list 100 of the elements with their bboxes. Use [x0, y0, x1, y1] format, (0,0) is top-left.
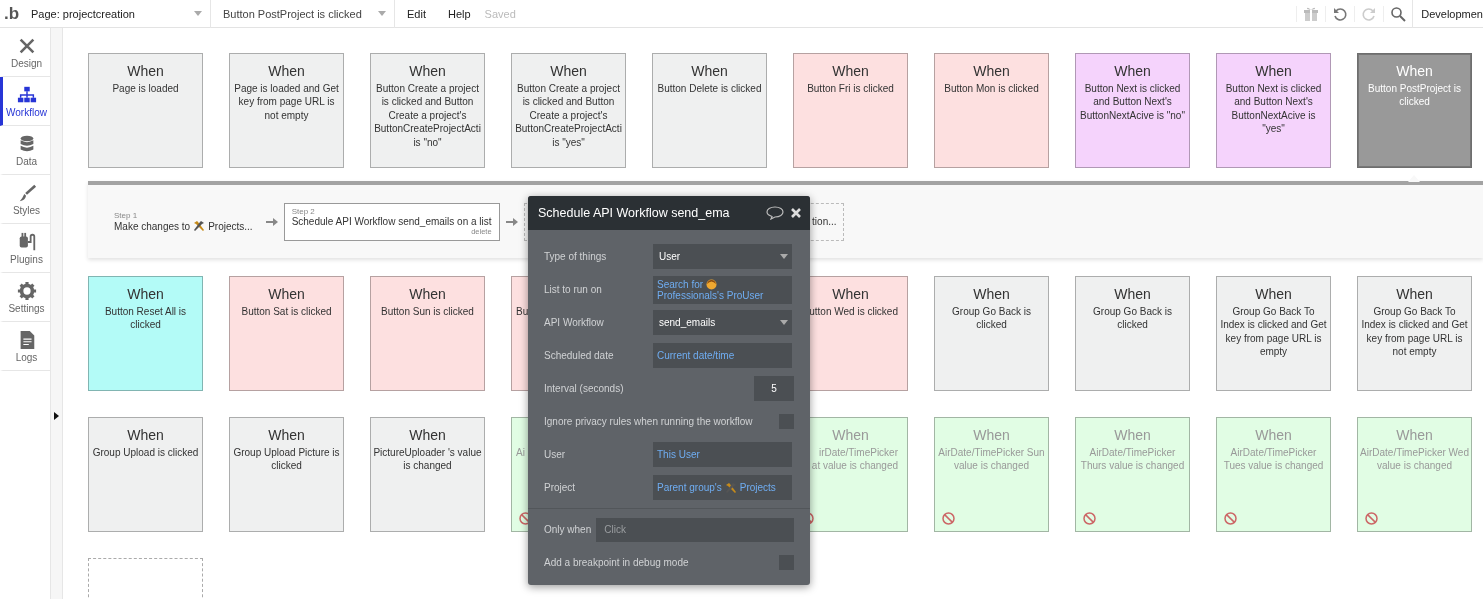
event-card[interactable]: When Button Create a project is clicked and Button Create a project's ButtonCreateProjectActi is "yes" — [511, 53, 626, 168]
step-text: Schedule API Workflow send_emails on a list — [291, 216, 492, 227]
field-label: Ignore privacy rules when running the workflow — [544, 416, 754, 427]
environment-dropdown[interactable]: Developmen — [1412, 0, 1483, 28]
event-description: Group Go Back is clicked — [1092, 305, 1173, 332]
save-status: Saved — [483, 7, 516, 20]
expression-field[interactable]: Current date/time — [653, 343, 792, 368]
field-label: Project — [544, 482, 577, 493]
event-heading: When — [550, 63, 587, 80]
event-description: Button Sun is clicked — [381, 305, 474, 319]
event-heading: When — [268, 286, 305, 303]
event-description: Group Go Back To Index is clicked and Get key from page URL is empty — [1219, 305, 1328, 359]
event-description: Button Create a project is clicked and Button Create a project's ButtonCreateProjectActi is "yes" — [514, 82, 623, 150]
dropdown-value: send_emails — [659, 317, 716, 328]
event-description: Button Create a project is clicked and Button Create a project's ButtonCreateProjectActi is "no" — [373, 82, 482, 150]
step-text: tion... — [812, 216, 837, 227]
event-description: Button Next is clicked and Button Next's ButtonNextAcive is "no" — [1079, 82, 1186, 123]
field-label: Scheduled date — [544, 350, 615, 361]
event-card[interactable]: When Group Go Back is clicked — [1075, 276, 1190, 391]
condition-field[interactable]: Click — [596, 517, 794, 542]
event-heading: When — [127, 63, 164, 80]
event-heading: When — [832, 63, 869, 80]
field-label: API Workflow — [544, 317, 605, 328]
field-label: Interval (seconds) — [544, 383, 625, 394]
field-label: List to run on — [544, 284, 603, 295]
event-heading: When — [973, 63, 1010, 80]
event-heading: When — [268, 63, 305, 80]
event-card[interactable]: When Button Delete is clicked — [652, 53, 767, 168]
step-text: Projects... — [208, 220, 253, 232]
event-card[interactable]: When Group Go Back is clicked — [934, 276, 1049, 391]
event-heading: When — [409, 63, 446, 80]
event-heading: When — [127, 427, 164, 444]
expression-text: Parent group's — [657, 482, 722, 493]
dropdown-value: Button PostProject is clicked — [223, 7, 362, 20]
event-description: AirDate/TimePicker Sun value is changed — [937, 446, 1046, 473]
event-card[interactable]: When Button Next is clicked and Button Next's ButtonNextAcive is "yes" — [1216, 53, 1331, 168]
dropdown[interactable]: User — [653, 244, 792, 269]
expression-text: Professionals's ProUser — [657, 289, 764, 301]
event-card[interactable]: When Group Go Back To Index is clicked and Get key from page URL is empty — [1216, 276, 1331, 391]
event-heading: When — [832, 427, 869, 444]
event-description: Group Go Back is clicked — [951, 305, 1032, 332]
event-description: Button Fri is clicked — [807, 82, 894, 96]
event-description: Ai — [516, 446, 525, 460]
event-description: Button PostProject is clicked — [1367, 82, 1462, 109]
event-card[interactable]: When Page is loaded and Get key from page URL is not empty — [229, 53, 344, 168]
event-heading: When — [973, 286, 1010, 303]
event-card[interactable]: When Group Upload Picture is clicked — [229, 417, 344, 532]
event-description: utton Wed is clicked — [809, 305, 898, 319]
event-card[interactable]: When Button Next is clicked and Button Next's ButtonNextAcive is "no" — [1075, 53, 1190, 168]
event-card[interactable]: When Group Go Back To Index is clicked and Get key from page URL is not empty — [1357, 276, 1472, 391]
event-card[interactable]: When Button Fri is clicked — [793, 53, 908, 168]
event-description: Button Sat is clicked — [241, 305, 332, 319]
event-heading: When — [832, 286, 869, 303]
event-description: Page is loaded and Get key from page URL is not empty — [233, 82, 340, 123]
event-heading: When — [1114, 427, 1151, 444]
event-description: Button Reset All is clicked — [103, 305, 188, 332]
expression-text: Projects — [739, 482, 776, 493]
step-label: Step 1 — [114, 211, 139, 220]
event-description: PictureUploader 's value is changed — [373, 446, 482, 473]
event-card[interactable]: When Button Reset All is clicked — [88, 276, 203, 391]
event-description: Page is loaded — [112, 82, 179, 96]
event-heading: When — [127, 286, 164, 303]
event-heading: When — [1396, 427, 1433, 444]
event-card[interactable]: When Button Mon is clicked — [934, 53, 1049, 168]
dropdown[interactable]: send_emails — [653, 310, 792, 335]
page-dropdown[interactable]: Page: projectcreation — [26, 0, 211, 28]
workflow-step[interactable]: Step 1 Make changes to Projects... — [114, 202, 260, 241]
event-card[interactable]: When Button Sat is clicked — [229, 276, 344, 391]
expression-field[interactable]: This User — [653, 442, 792, 467]
event-description: Group Upload is clicked — [92, 446, 199, 460]
event-card[interactable]: When Group Upload is clicked — [88, 417, 203, 532]
menu-item[interactable]: Edit — [395, 7, 436, 20]
event-description: Button Delete is clicked — [657, 82, 762, 96]
event-description: Group Upload Picture is clicked — [232, 446, 341, 473]
event-description: Button Mon is clicked — [944, 82, 1039, 96]
menu-item[interactable]: Help — [435, 7, 481, 20]
step-label: Step 2 — [291, 207, 316, 216]
field-label: Only when — [544, 524, 592, 535]
event-heading: When — [691, 63, 728, 80]
event-heading: When — [409, 427, 446, 444]
event-description: Group Go Back To Index is clicked and Get key from page URL is not empty — [1360, 305, 1469, 359]
event-heading: When — [1255, 286, 1292, 303]
dropdown-value: User — [659, 251, 681, 262]
event-description: AirDate/TimePicker Tues value is changed — [1222, 446, 1325, 473]
event-heading: When — [268, 427, 305, 444]
event-card[interactable]: When Button Create a project is clicked and Button Create a project's ButtonCreateProjectActi is "no" — [370, 53, 485, 168]
event-description: AirDate/TimePicker Wed value is changed — [1360, 446, 1469, 473]
field-label: User — [544, 449, 567, 460]
event-heading: When — [1396, 286, 1433, 303]
event-card[interactable]: When Button Sun is clicked — [370, 276, 485, 391]
event-description: AirDate/TimePicker Thurs value is changed — [1079, 446, 1186, 473]
number-field[interactable]: 5 — [754, 376, 794, 401]
event-description: Bu — [516, 305, 529, 319]
event-card[interactable]: When Page is loaded — [88, 53, 203, 168]
sidebar-item[interactable]: Workflow — [0, 77, 50, 126]
logo[interactable]: .b — [0, 3, 26, 24]
expression-field[interactable]: Search for Professionals's ProUser — [653, 275, 792, 304]
event-card[interactable]: When PictureUploader 's value is changed — [370, 417, 485, 532]
event-dropdown[interactable]: Button PostProject is clicked — [211, 0, 395, 28]
expression-field[interactable]: Parent group's Projects — [653, 475, 792, 500]
